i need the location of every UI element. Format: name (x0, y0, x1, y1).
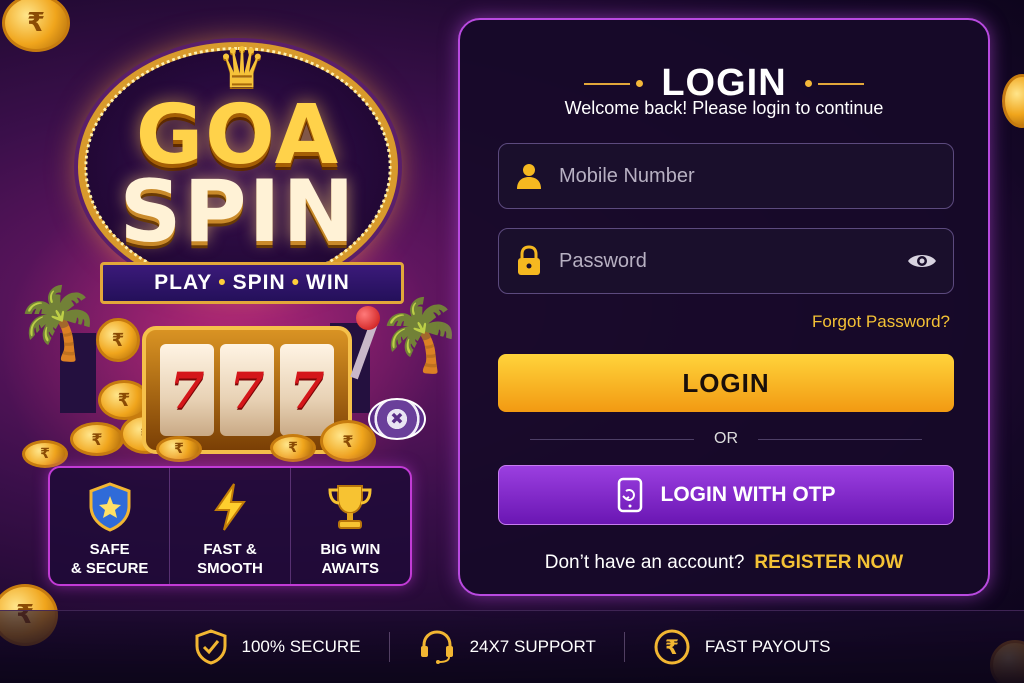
title-decoration (804, 80, 864, 87)
user-icon (499, 162, 559, 190)
password-input[interactable] (559, 249, 891, 273)
feature-label-line: AWAITS (321, 560, 380, 577)
otp-button-label: LOGIN WITH OTP (660, 483, 836, 506)
slot-reel: 7 (160, 344, 214, 436)
trust-label: 24X7 SUPPORT (469, 637, 596, 656)
login-card: LOGIN Welcome back! Please login to cont… (458, 18, 990, 596)
tagline-dot: • (218, 271, 227, 294)
lock-icon (499, 245, 559, 277)
login-button[interactable]: LOGIN (498, 354, 954, 412)
feature-fast-smooth: FAST & SMOOTH (170, 468, 291, 584)
coin-icon (1002, 74, 1024, 128)
slot-reels: 7 7 7 (160, 344, 334, 436)
feature-big-win: BIG WIN AWAITS (291, 468, 410, 584)
coin-icon: ₹ (270, 434, 316, 462)
mobile-number-field[interactable] (498, 143, 954, 209)
feature-label-line: BIG WIN (320, 541, 381, 558)
feature-label: SAFE & SECURE (71, 540, 149, 578)
shield-check-icon (195, 629, 226, 665)
slot-lever-knob (356, 306, 380, 330)
or-label: OR (714, 430, 738, 447)
no-account-text: Don’t have an account? (544, 552, 745, 573)
tagline-play: PLAY (154, 271, 213, 294)
login-with-otp-button[interactable]: LOGIN WITH OTP (498, 465, 954, 525)
register-now-link[interactable]: REGISTER NOW (754, 552, 903, 573)
tagline-dot: • (291, 271, 300, 294)
feature-label-line: & SECURE (70, 560, 149, 577)
trust-item-support: 24X7 SUPPORT (390, 629, 624, 665)
mobile-number-input[interactable] (559, 164, 953, 188)
slot-reel: 7 (220, 344, 274, 436)
svg-text:₹: ₹ (665, 635, 679, 659)
rupee-coin-icon: ₹ (654, 629, 690, 665)
logo-text-spin: SPIN (119, 162, 357, 262)
palm-tree-icon: 🌴 (376, 296, 464, 374)
forgot-password-link[interactable]: Forgot Password? (812, 312, 950, 332)
bottom-trust-bar: 100% SECURE 24X7 SUPPORT ₹ FAST PAYOUTS (0, 610, 1024, 683)
palm-tree-icon: 🌴 (14, 284, 102, 362)
show-password-eye-icon[interactable] (891, 251, 953, 271)
feature-label: FAST & SMOOTH (197, 540, 263, 578)
tagline-win: WIN (306, 271, 350, 294)
coin-icon: ₹ (22, 440, 68, 468)
feature-label-line: FAST & (203, 541, 257, 558)
trust-item-secure: 100% SECURE (166, 629, 389, 665)
lightning-icon (202, 480, 258, 534)
tagline-ribbon: PLAY • SPIN • WIN (100, 262, 404, 304)
trophy-icon (322, 480, 378, 534)
feature-label-line: SMOOTH (197, 560, 263, 577)
shield-icon (82, 480, 138, 534)
feature-label: BIG WIN AWAITS (320, 540, 380, 578)
casino-chip-icon: ✖ (368, 398, 426, 440)
tagline-spin: SPIN (232, 271, 286, 294)
or-divider: OR (530, 430, 922, 448)
login-subtitle: Welcome back! Please login to continue (564, 98, 884, 118)
feature-safe-secure: SAFE & SECURE (50, 468, 171, 584)
trust-item-payouts: ₹ FAST PAYOUTS (625, 628, 859, 666)
register-row: Don’t have an account? REGISTER NOW (460, 552, 988, 574)
trust-label: 100% SECURE (241, 637, 361, 656)
phone-otp-icon (617, 477, 642, 513)
coin-icon: ₹ (70, 422, 124, 456)
coin-icon: ₹ (2, 0, 70, 52)
coin-icon: ₹ (156, 436, 202, 462)
headset-icon (420, 630, 453, 664)
coin-icon: ₹ (320, 420, 376, 462)
slot-reel: 7 (280, 344, 334, 436)
coin-icon: ₹ (96, 318, 140, 362)
title-decoration (584, 80, 644, 87)
password-field[interactable] (498, 228, 954, 294)
features-panel: SAFE & SECURE FAST & SMOOTH BIG WIN AWAI… (48, 466, 412, 586)
trust-label: FAST PAYOUTS (704, 637, 831, 656)
feature-label-line: SAFE (89, 541, 130, 558)
